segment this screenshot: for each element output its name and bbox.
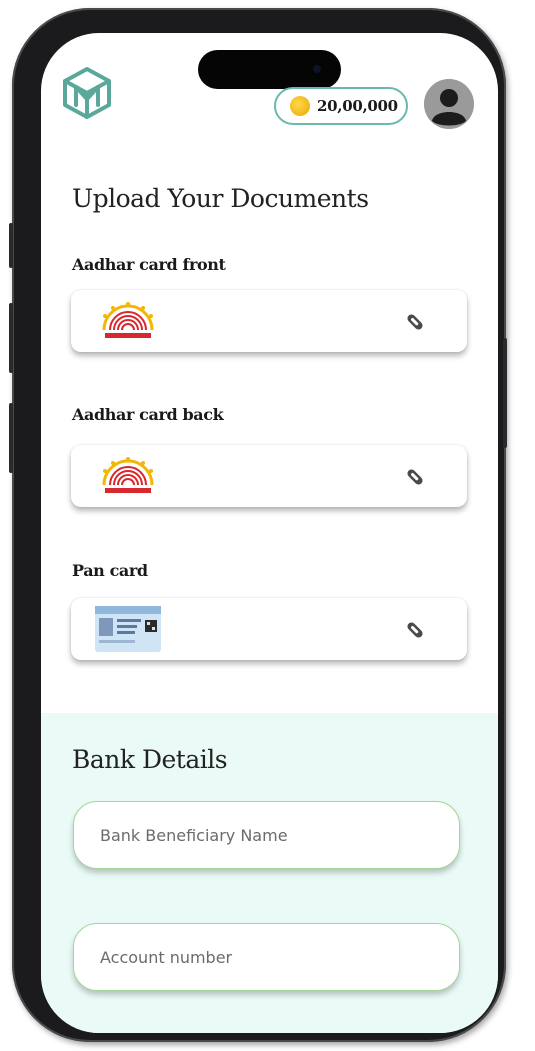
volume-down-button bbox=[9, 403, 13, 473]
documents-title: Upload Your Documents bbox=[72, 184, 369, 213]
pan-card-upload[interactable] bbox=[71, 598, 467, 660]
coin-balance: 20,00,000 bbox=[317, 97, 398, 115]
dynamic-island bbox=[198, 50, 341, 89]
paperclip-icon[interactable] bbox=[404, 619, 426, 641]
camera-icon bbox=[313, 65, 321, 73]
power-button bbox=[503, 338, 507, 448]
coin-balance-pill[interactable]: 20,00,000 bbox=[274, 87, 408, 125]
pan-card-label: Pan card bbox=[72, 561, 148, 580]
aadhar-logo-icon bbox=[95, 298, 161, 344]
paperclip-icon[interactable] bbox=[404, 311, 426, 333]
account-number-input[interactable] bbox=[73, 923, 460, 991]
volume-up-button bbox=[9, 303, 13, 373]
bank-beneficiary-name-input[interactable] bbox=[73, 801, 460, 869]
app-screen: 20,00,000 Upload Your Documents Aadhar c… bbox=[41, 33, 498, 1033]
aadhar-back-label: Aadhar card back bbox=[72, 405, 224, 424]
pan-card-thumbnail-icon bbox=[95, 606, 161, 652]
bank-details-section: Bank Details bbox=[41, 713, 498, 1033]
paperclip-icon[interactable] bbox=[404, 466, 426, 488]
aadhar-front-upload[interactable] bbox=[71, 290, 467, 352]
coin-icon bbox=[290, 96, 310, 116]
aadhar-back-upload[interactable] bbox=[71, 445, 467, 507]
action-button bbox=[9, 223, 13, 268]
user-avatar-icon[interactable] bbox=[424, 79, 474, 129]
aadhar-logo-icon bbox=[95, 453, 161, 499]
m-cube-logo-icon[interactable] bbox=[59, 65, 115, 121]
bank-details-title: Bank Details bbox=[72, 745, 228, 774]
aadhar-front-label: Aadhar card front bbox=[72, 255, 226, 274]
